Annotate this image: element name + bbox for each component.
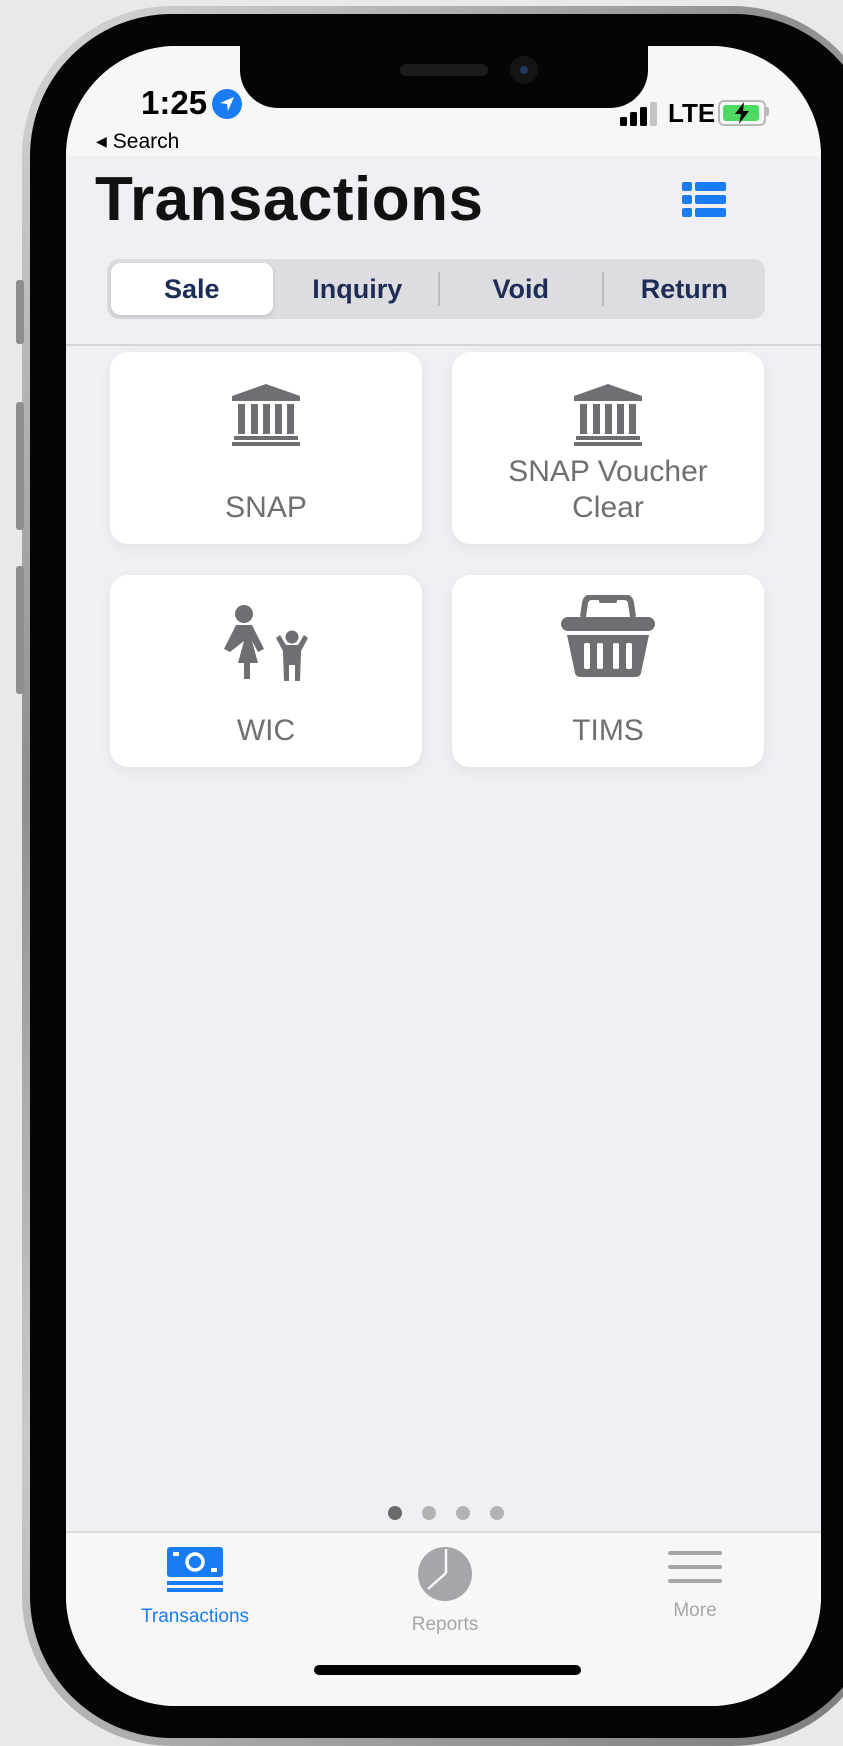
camera-notch: [240, 46, 648, 108]
back-to-search-link[interactable]: ◀ Search: [96, 130, 179, 154]
transaction-type-segmented-control: Sale Inquiry Void Return: [107, 259, 765, 319]
segment-return[interactable]: Return: [604, 259, 766, 319]
home-indicator[interactable]: [314, 1665, 581, 1675]
tab-label: Transactions: [140, 1606, 250, 1627]
battery-tip: [766, 107, 769, 116]
snap-voucher-clear-tile[interactable]: SNAP Voucher Clear: [452, 352, 764, 544]
page-indicator[interactable]: [388, 1506, 504, 1520]
tab-bar: Transactions Reports More: [66, 1531, 821, 1706]
tab-label: More: [673, 1600, 717, 1621]
basket-icon: [452, 595, 764, 677]
page-dot: [456, 1506, 470, 1520]
segment-sale[interactable]: Sale: [111, 263, 273, 315]
earpiece-speaker: [400, 64, 488, 76]
tab-transactions[interactable]: Transactions: [95, 1547, 295, 1628]
pie-chart-icon: [418, 1547, 472, 1605]
tile-label: TIMS: [572, 714, 644, 747]
tile-label: SNAP: [225, 491, 307, 524]
front-camera: [510, 56, 538, 84]
tab-reports[interactable]: Reports: [345, 1547, 545, 1636]
header-divider: [66, 344, 821, 346]
cash-icon: [167, 1547, 223, 1597]
snap-tile[interactable]: SNAP: [110, 352, 422, 544]
segment-inquiry[interactable]: Inquiry: [277, 259, 439, 319]
status-time: 1:25: [141, 84, 208, 121]
back-label: Search: [112, 130, 180, 153]
list-view-icon[interactable]: [682, 182, 726, 218]
page-title: Transactions: [95, 165, 484, 234]
bank-icon: [110, 384, 422, 446]
signal-icon: [620, 102, 658, 131]
segment-void[interactable]: Void: [440, 259, 602, 319]
tims-tile[interactable]: TIMS: [452, 575, 764, 767]
volume-up-button: [16, 402, 24, 530]
mute-switch: [16, 280, 24, 344]
tile-label: SNAP Voucher Clear: [508, 455, 708, 524]
page-dot: [422, 1506, 436, 1520]
tile-label: WIC: [236, 714, 296, 747]
page-dot: [388, 1506, 402, 1520]
tab-more[interactable]: More: [595, 1547, 795, 1622]
mother-child-icon: [110, 605, 422, 681]
menu-icon: [668, 1551, 722, 1591]
network-type: LTE: [668, 98, 716, 128]
wic-tile[interactable]: WIC: [110, 575, 422, 767]
battery-icon: [718, 100, 766, 126]
tab-label: Reports: [411, 1614, 479, 1635]
volume-down-button: [16, 566, 24, 694]
location-icon: [212, 89, 242, 119]
screen: 1:25 ◀ Search LTE Transactions Sale Inqu…: [66, 46, 821, 1706]
back-triangle-icon: ◀: [96, 133, 107, 149]
page-dot: [490, 1506, 504, 1520]
bank-icon: [452, 384, 764, 446]
